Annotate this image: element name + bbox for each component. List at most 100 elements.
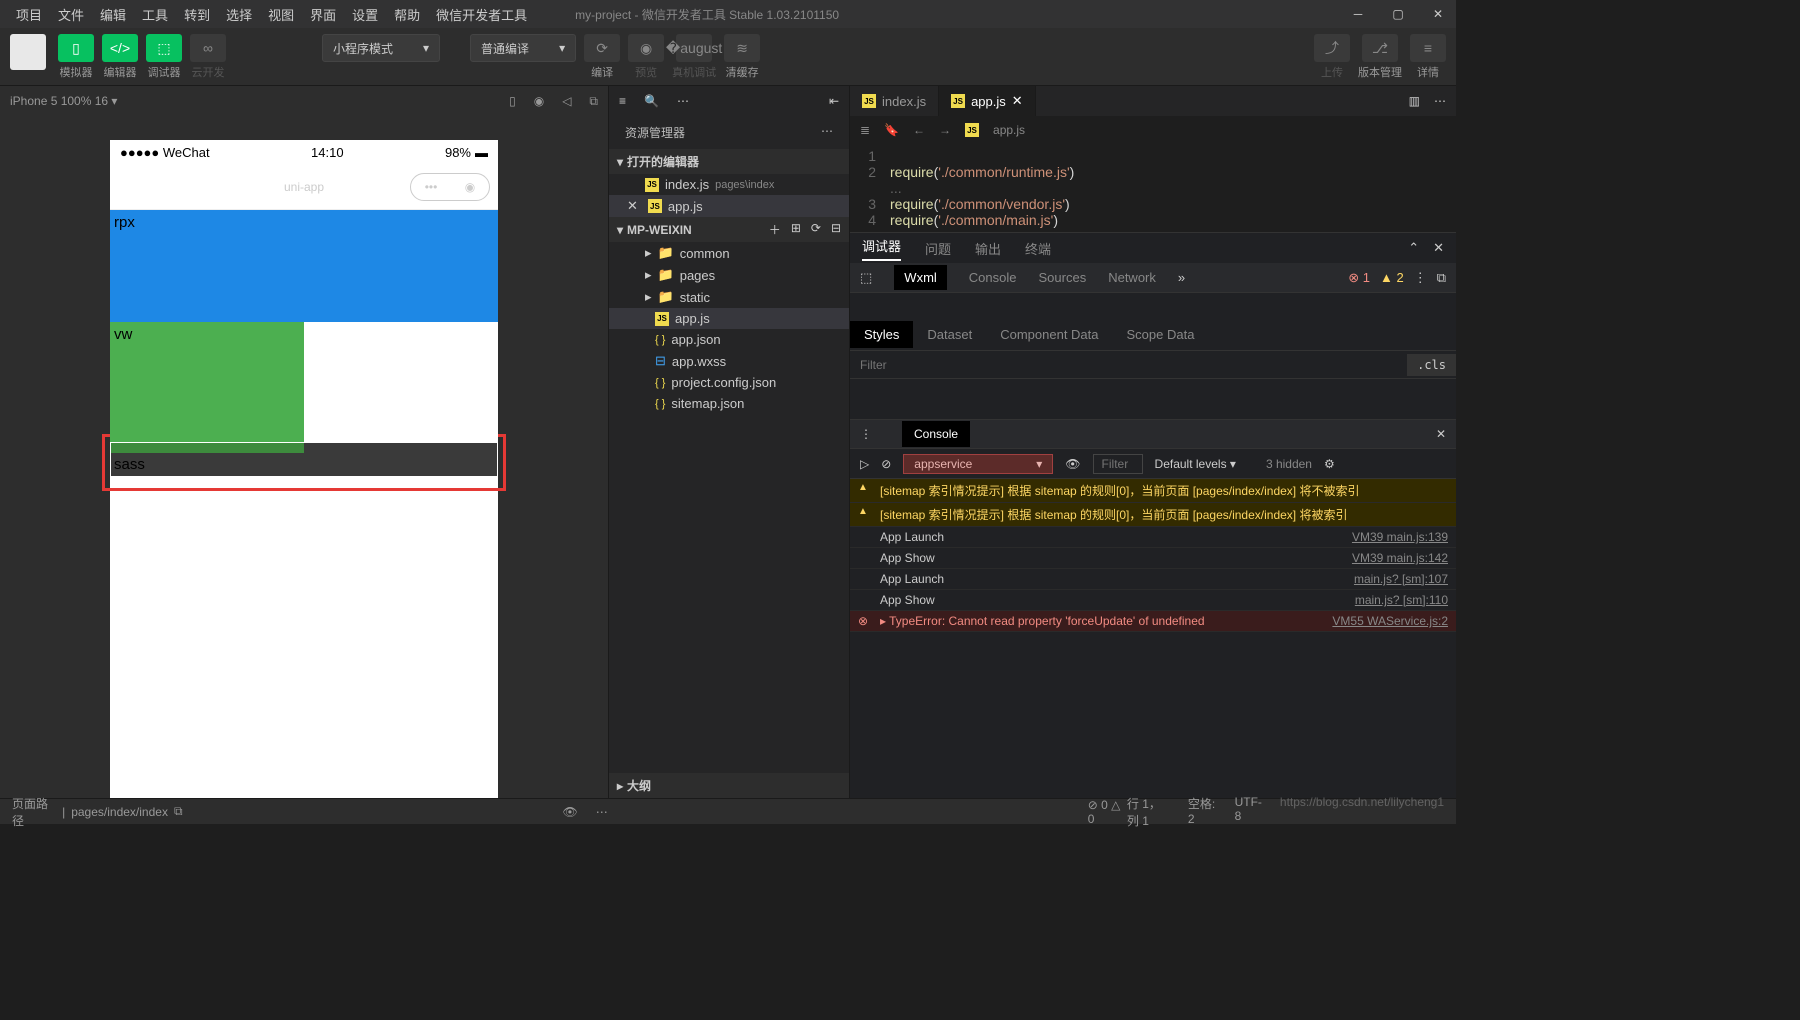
tab-app-js[interactable]: JSapp.js✕ [939, 86, 1036, 116]
phone-icon[interactable]: ▯ [509, 94, 516, 109]
device-selector[interactable]: iPhone 5 100% 16 ▾ [10, 94, 117, 108]
panel-close-icon[interactable]: ✕ [1433, 240, 1444, 256]
back-icon[interactable]: ← [913, 123, 925, 137]
console-clear-icon[interactable]: ⊘ [881, 457, 891, 471]
chevron-up-icon[interactable]: ⌃ [1408, 240, 1419, 256]
log-levels-dropdown[interactable]: Default levels ▾ [1155, 457, 1236, 471]
split-icon[interactable]: ▥ [1409, 94, 1420, 108]
console-msg[interactable]: ▸ TypeError: Cannot read property 'force… [850, 611, 1456, 632]
tab-close-icon[interactable]: ✕ [1012, 93, 1023, 109]
debugger-button[interactable]: ⬚ [146, 34, 182, 62]
console-msg[interactable]: App Launchmain.js? [sm]:107 [850, 569, 1456, 590]
console-msg[interactable]: [sitemap 索引情况提示] 根据 sitemap 的规则[0]，当前页面 … [850, 479, 1456, 503]
page-path[interactable]: pages/index/index [71, 805, 168, 819]
cloud-button[interactable]: ∞ [190, 34, 226, 62]
minimize-icon[interactable]: ─ [1348, 4, 1368, 24]
encoding-indicator[interactable]: UTF-8 [1235, 795, 1262, 829]
version-button[interactable]: ⎇ [1362, 34, 1398, 62]
stop-icon[interactable]: ◉ [534, 94, 544, 109]
menu-select[interactable]: 选择 [218, 1, 260, 28]
console-play-icon[interactable]: ▷ [860, 457, 869, 471]
popout-icon[interactable]: ⧉ [589, 94, 598, 109]
devtools-console[interactable]: Console [969, 270, 1017, 285]
dataset-tab[interactable]: Dataset [913, 321, 986, 348]
menu-edit[interactable]: 编辑 [92, 1, 134, 28]
console-msg[interactable]: [sitemap 索引情况提示] 根据 sitemap 的规则[0]，当前页面 … [850, 503, 1456, 527]
new-folder-icon[interactable]: ⊞ [791, 221, 801, 238]
folder-pages[interactable]: ▸ 📁pages [609, 264, 849, 286]
folder-common[interactable]: ▸ 📁common [609, 242, 849, 264]
scope-data-tab[interactable]: Scope Data [1113, 321, 1209, 348]
dock-icon[interactable]: ⧉ [1437, 270, 1446, 286]
compile-button[interactable]: ⟳ [584, 34, 620, 62]
menu-goto[interactable]: 转到 [176, 1, 218, 28]
capsule-menu[interactable]: •••◉ [410, 173, 490, 201]
tab-terminal[interactable]: 终端 [1025, 239, 1051, 258]
compile-mode-dropdown[interactable]: 普通编译▾ [470, 34, 576, 62]
code-editor[interactable]: 1 2require('./common/runtime.js') ... 3r… [850, 144, 1456, 232]
component-data-tab[interactable]: Component Data [986, 321, 1112, 348]
warning-count[interactable]: ▲ 2 [1380, 270, 1404, 285]
detail-button[interactable]: ≡ [1410, 34, 1446, 62]
console-drawer-tab[interactable]: Console [902, 421, 970, 447]
tab-index-js[interactable]: JSindex.js [850, 86, 939, 116]
new-file-icon[interactable]: ＋ [769, 221, 781, 238]
cursor-position[interactable]: 行 1，列 1 [1127, 795, 1170, 829]
console-kebab-icon[interactable]: ⋮ [860, 427, 872, 441]
outline-section[interactable]: ▸ 大纲 [609, 773, 849, 798]
copy-icon[interactable]: ⧉ [174, 804, 183, 819]
console-close-icon[interactable]: ✕ [1436, 427, 1446, 441]
inspect-icon[interactable]: ⬚ [860, 270, 872, 286]
context-selector[interactable]: appservice▾ [903, 454, 1053, 474]
simulator-button[interactable]: ▯ [58, 34, 94, 62]
maximize-icon[interactable]: ▢ [1388, 4, 1408, 24]
project-section[interactable]: ▾ MP-WEIXIN＋⊞⟳⊟ [609, 217, 849, 242]
bookmark-icon[interactable]: 🔖 [884, 123, 899, 137]
menu-wechat-devtools[interactable]: 微信开发者工具 [428, 1, 535, 28]
search-icon[interactable]: 🔍 [644, 94, 659, 108]
menu-help[interactable]: 帮助 [386, 1, 428, 28]
menu-project[interactable]: 项目 [8, 1, 50, 28]
cls-button[interactable]: .cls [1407, 354, 1456, 376]
styles-tab[interactable]: Styles [850, 321, 913, 348]
list-icon[interactable]: ≡ [619, 94, 626, 108]
console-msg[interactable]: App Showmain.js? [sm]:110 [850, 590, 1456, 611]
styles-filter-input[interactable] [850, 358, 1407, 372]
console-msg[interactable]: App ShowVM39 main.js:142 [850, 548, 1456, 569]
menu-tools[interactable]: 工具 [134, 1, 176, 28]
more-icon[interactable]: ⋯ [677, 94, 689, 108]
remote-debug-button[interactable]: �august [676, 34, 712, 62]
problems-status[interactable]: ⊘ 0 △ 0 [1088, 798, 1127, 826]
file-project-config[interactable]: { }project.config.json [609, 372, 849, 393]
error-count[interactable]: ⊗ 1 [1348, 270, 1370, 286]
menu-interface[interactable]: 界面 [302, 1, 344, 28]
preview-button[interactable]: ◉ [628, 34, 664, 62]
devtools-sources[interactable]: Sources [1039, 270, 1087, 285]
spaces-indicator[interactable]: 空格: 2 [1188, 795, 1217, 829]
editor-more-icon[interactable]: ⋯ [1434, 94, 1446, 108]
file-sitemap[interactable]: { }sitemap.json [609, 393, 849, 414]
tab-output[interactable]: 输出 [975, 239, 1001, 258]
breadcrumb-file[interactable]: app.js [993, 123, 1025, 137]
devtools-kebab-icon[interactable]: ⋮ [1414, 270, 1427, 286]
gear-icon[interactable]: ⚙ [1324, 457, 1335, 471]
file-app-js[interactable]: JSapp.js [609, 308, 849, 329]
devtools-more-icon[interactable]: » [1178, 270, 1185, 285]
tab-problems[interactable]: 问题 [925, 239, 951, 258]
explorer-more-icon[interactable]: ⋯ [821, 124, 833, 141]
more-status-icon[interactable]: ⋯ [596, 805, 608, 819]
editor-button[interactable]: </> [102, 34, 138, 62]
menu-settings[interactable]: 设置 [344, 1, 386, 28]
devtools-wxml[interactable]: Wxml [894, 265, 947, 290]
collapse-icon[interactable]: ⇤ [829, 94, 839, 108]
opened-editors-section[interactable]: ▾ 打开的编辑器 [609, 149, 849, 174]
file-app-json[interactable]: { }app.json [609, 329, 849, 350]
open-file-index[interactable]: JSindex.js pages\index [609, 174, 849, 195]
console-filter-input[interactable] [1093, 454, 1143, 474]
eye-icon[interactable]: 👁 [1065, 457, 1080, 471]
console-msg[interactable]: App LaunchVM39 main.js:139 [850, 527, 1456, 548]
file-app-wxss[interactable]: ⊟app.wxss [609, 350, 849, 372]
upload-button[interactable]: ⤴ [1314, 34, 1350, 62]
eye-status-icon[interactable]: 👁 [563, 805, 578, 819]
devtools-network[interactable]: Network [1108, 270, 1156, 285]
